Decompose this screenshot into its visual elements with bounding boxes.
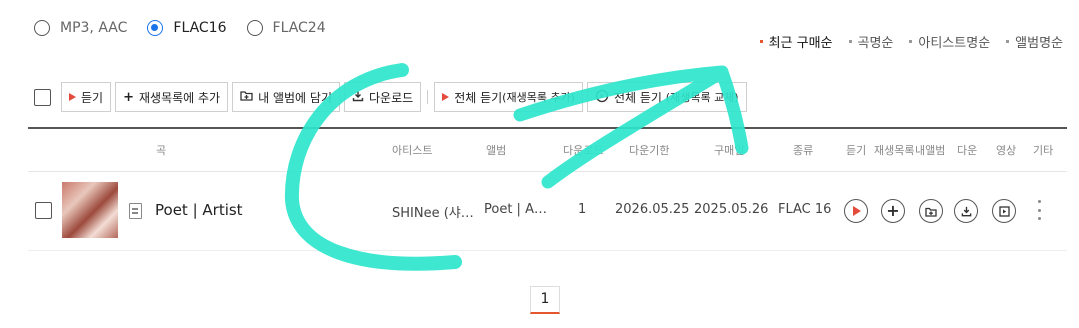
format-option-mp3[interactable]: MP3, AAC — [34, 20, 127, 36]
toolbar: 듣기 + 재생목록에 추가 내 앨범에 담기 다운로드 전체 듣기 (재생목록 추… — [34, 82, 751, 112]
sort-label: 앨범명순 — [1015, 36, 1063, 51]
col-listen: 듣기 — [846, 144, 867, 157]
download-count: 1 — [578, 202, 587, 217]
col-my-album: 내앨범 — [915, 144, 946, 157]
play-all-add-label: 전체 듣기 — [454, 90, 503, 105]
pagination-current-page[interactable]: 1 — [530, 286, 560, 314]
row-add-album-button[interactable] — [919, 199, 943, 223]
table-top-rule — [28, 127, 1067, 129]
radio-flac24[interactable] — [246, 20, 263, 36]
bullet-icon — [909, 40, 913, 43]
artist-name[interactable]: SHINee (샤… — [392, 202, 474, 221]
col-artist: 아티스트 — [392, 144, 433, 157]
plus-icon: + — [886, 201, 900, 220]
col-song: 곡 — [156, 144, 167, 157]
circular-play-icon — [595, 89, 609, 106]
format-option-flac24[interactable]: FLAC24 — [246, 20, 326, 36]
format-label-flac16: FLAC16 — [173, 20, 227, 36]
file-type: FLAC 16 — [778, 202, 832, 217]
row-add-playlist-button[interactable]: + — [881, 199, 905, 223]
listen-label: 듣기 — [81, 90, 104, 105]
bullet-icon — [1006, 40, 1010, 43]
row-play-button[interactable] — [844, 199, 868, 223]
col-download: 다운 — [957, 144, 978, 157]
video-icon — [998, 202, 1010, 221]
plus-icon: + — [123, 89, 134, 105]
sort-label: 아티스트명순 — [918, 36, 991, 51]
row-download-button[interactable] — [954, 199, 978, 223]
document-icon[interactable] — [129, 203, 142, 219]
play-all-add-sub: (재생목록 추가) — [502, 91, 575, 104]
add-album-label: 내 앨범에 — [258, 90, 307, 105]
table-row: Poet | Artist SHINee (샤… Poet | A… 1 202… — [28, 172, 1067, 250]
song-title[interactable]: Poet | Artist — [155, 201, 243, 219]
col-download-deadline: 다운기한 — [629, 144, 670, 157]
toolbar-divider — [427, 90, 429, 104]
format-label-mp3: MP3, AAC — [60, 20, 128, 36]
album-name[interactable]: Poet | A… — [484, 202, 547, 217]
sort-song-name[interactable]: 곡명순 — [848, 32, 894, 51]
play-icon — [69, 93, 76, 101]
add-folder-icon — [925, 202, 937, 221]
bullet-icon — [848, 40, 852, 43]
table-row-rule — [28, 250, 1067, 251]
col-video: 영상 — [996, 144, 1017, 157]
col-purchase-date: 구매일 — [714, 144, 745, 157]
format-label-flac24: FLAC24 — [272, 20, 326, 36]
col-more: 기타 — [1033, 144, 1054, 157]
add-album-label-b: 담기 — [309, 90, 333, 105]
download-deadline: 2026.05.25 — [615, 202, 690, 217]
radio-mp3[interactable] — [34, 20, 50, 36]
download-icon — [352, 90, 364, 105]
col-playlist: 재생목록 — [874, 144, 915, 157]
format-selector: MP3, AAC FLAC16 FLAC24 — [34, 20, 346, 36]
listen-button[interactable]: 듣기 — [61, 82, 112, 112]
more-icon[interactable] — [1036, 200, 1042, 220]
play-icon — [853, 206, 861, 216]
row-checkbox[interactable] — [35, 202, 52, 219]
add-playlist-label: 재생목록에 추가 — [139, 90, 221, 105]
col-type: 종류 — [793, 144, 814, 157]
play-all-replace-sub: (재생목록 교체) — [665, 91, 739, 104]
add-album-button[interactable]: 내 앨범에 담기 — [232, 82, 341, 112]
format-option-flac16[interactable]: FLAC16 — [147, 20, 227, 36]
add-playlist-button[interactable]: + 재생목록에 추가 — [115, 82, 229, 112]
download-label: 다운로드 — [369, 90, 414, 105]
sort-recent-purchase[interactable]: 최근 구매순 — [759, 32, 833, 51]
play-icon — [442, 93, 450, 101]
sort-artist-name[interactable]: 아티스트명순 — [909, 32, 990, 51]
add-folder-icon — [240, 90, 253, 104]
play-all-replace-label: 전체 듣기 — [613, 90, 662, 105]
sort-label: 곡명순 — [857, 36, 894, 51]
purchase-date: 2025.05.26 — [694, 202, 769, 217]
play-all-replace-button[interactable]: 전체 듣기 (재생목록 교체) — [586, 82, 747, 112]
bullet-icon — [759, 40, 763, 43]
col-download-count: 다운로드 — [563, 144, 604, 157]
table-header: 곡 아티스트 앨범 다운로드 다운기한 구매일 종류 듣기 재생목록 내앨범 다… — [28, 140, 1067, 160]
play-all-add-button[interactable]: 전체 듣기 (재생목록 추가) — [434, 82, 583, 112]
download-button[interactable]: 다운로드 — [344, 82, 422, 112]
select-all-checkbox[interactable] — [34, 88, 51, 106]
sort-label: 최근 구매순 — [768, 36, 833, 51]
col-album: 앨범 — [486, 144, 507, 157]
sort-album-name[interactable]: 앨범명순 — [1006, 32, 1063, 51]
download-icon — [961, 202, 972, 221]
sort-options: 최근 구매순 곡명순 아티스트명순 앨범명순 — [744, 32, 1063, 51]
radio-flac16[interactable] — [147, 20, 164, 36]
row-video-button[interactable] — [992, 199, 1016, 223]
album-cover[interactable] — [62, 182, 118, 238]
